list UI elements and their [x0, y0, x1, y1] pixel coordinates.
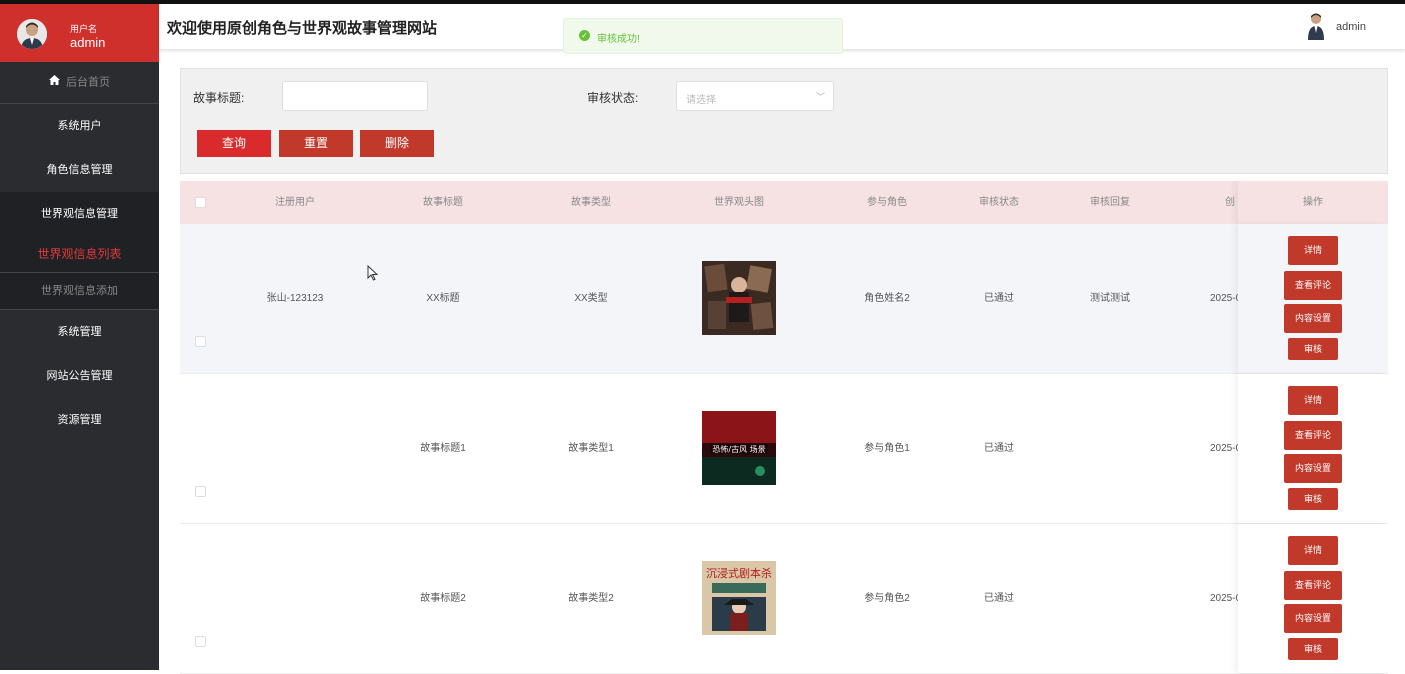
cell-type: XX类型: [574, 293, 608, 304]
row-checkbox[interactable]: [195, 336, 206, 347]
sidebar-item-system-users[interactable]: 系统用户: [0, 104, 159, 148]
username: admin: [70, 35, 106, 50]
cell-type: 故事类型2: [568, 593, 614, 604]
toast-message: 审核成功!: [597, 34, 640, 45]
sidebar-item-system-manage[interactable]: 系统管理: [0, 310, 159, 354]
col-actions: 操作: [1303, 197, 1323, 208]
view-comments-button[interactable]: 查看评论: [1284, 271, 1342, 300]
col-roles: 参与角色: [867, 197, 907, 208]
cell-status: 已通过: [984, 293, 1014, 304]
cell-title: 故事标题1: [420, 443, 466, 454]
row-actions: 详情 查看评论 内容设置 审核: [1238, 224, 1388, 373]
cell-user: [245, 374, 345, 523]
status-select[interactable]: 请选择 ﹀: [676, 81, 834, 111]
title-search-input[interactable]: [282, 81, 428, 111]
content-settings-button[interactable]: 内容设置: [1284, 604, 1342, 633]
sidebar-item-worldview-info[interactable]: 世界观信息管理: [0, 192, 159, 236]
audit-button[interactable]: 审核: [1288, 488, 1338, 510]
mouse-cursor-icon: [367, 264, 379, 281]
home-icon: [49, 62, 60, 103]
sidebar-item-dashboard[interactable]: 后台首页: [0, 62, 159, 104]
sidebar-item-announcements[interactable]: 网站公告管理: [0, 354, 159, 398]
view-comments-button[interactable]: 查看评论: [1284, 571, 1342, 600]
admin-avatar[interactable]: [1307, 12, 1325, 40]
col-cover: 世界观头图: [714, 197, 764, 208]
cell-user: [245, 524, 345, 673]
cell-roles: 参与角色1: [864, 443, 910, 454]
table-row: 故事标题1 故事类型1 恐怖/古风 场景 参与角色1 已通过 2025-0 详情…: [180, 374, 1388, 524]
status-select-placeholder: 请选择: [686, 95, 716, 106]
cell-status: 已通过: [984, 443, 1014, 454]
audit-button[interactable]: 审核: [1288, 338, 1338, 360]
col-reply: 审核回复: [1090, 197, 1130, 208]
cell-roles: 角色姓名2: [864, 293, 910, 304]
table-row: 故事标题2 故事类型2 沉浸式剧本杀 参与角色2 已通过 2025-0 详情 查…: [180, 524, 1388, 674]
admin-name[interactable]: admin: [1336, 21, 1366, 33]
detail-button[interactable]: 详情: [1288, 386, 1338, 415]
svg-text:恐怖/古风 场景: 恐怖/古风 场景: [712, 444, 765, 454]
col-title: 故事标题: [423, 197, 463, 208]
username-label: 用户名: [70, 24, 98, 34]
row-checkbox[interactable]: [195, 636, 206, 647]
check-circle-icon: ✓: [579, 30, 590, 41]
table-header: 注册用户 故事标题 故事类型 世界观头图 参与角色 审核状态 审核回复 创 操作: [180, 181, 1388, 224]
cell-title: 故事标题2: [420, 593, 466, 604]
col-status: 审核状态: [979, 197, 1019, 208]
delete-button[interactable]: 删除: [360, 130, 434, 157]
cover-image[interactable]: 沉浸式剧本杀: [702, 561, 776, 635]
sidebar-item-worldview-add[interactable]: 世界观信息添加: [0, 272, 159, 310]
row-actions: 详情 查看评论 内容设置 审核: [1238, 374, 1388, 523]
sidebar-item-label: 后台首页: [66, 76, 110, 89]
reset-button[interactable]: 重置: [279, 130, 353, 157]
success-toast: ✓ 审核成功!: [563, 18, 843, 54]
content-settings-button[interactable]: 内容设置: [1284, 304, 1342, 333]
title-filter-label: 故事标题:: [193, 91, 245, 105]
sidebar-item-worldview-list[interactable]: 世界观信息列表: [0, 236, 159, 272]
status-filter-label: 审核状态:: [587, 91, 639, 105]
ops-header-cell: 操作: [1238, 181, 1388, 224]
cell-reply: [1060, 374, 1160, 523]
query-button[interactable]: 查询: [197, 130, 271, 157]
view-comments-button[interactable]: 查看评论: [1284, 421, 1342, 450]
cell-roles: 参与角色2: [864, 593, 910, 604]
sidebar-item-role-info[interactable]: 角色信息管理: [0, 148, 159, 192]
user-panel: 用户名 admin: [0, 4, 159, 62]
col-user: 注册用户: [275, 197, 315, 208]
table-row: 张山-123123 XX标题 XX类型 角色姓名2 已通过 测试测试 2025-…: [180, 224, 1388, 374]
col-type: 故事类型: [571, 197, 611, 208]
cell-reply: [1060, 524, 1160, 673]
cell-type: 故事类型1: [568, 443, 614, 454]
cell-user: 张山-123123: [266, 293, 324, 304]
audit-button[interactable]: 审核: [1288, 638, 1338, 660]
detail-button[interactable]: 详情: [1288, 536, 1338, 565]
search-panel: 故事标题: 审核状态: 请选择 ﹀ 查询 重置 删除: [180, 68, 1388, 174]
user-avatar[interactable]: [17, 19, 47, 49]
col-created: 创: [1225, 197, 1235, 208]
detail-button[interactable]: 详情: [1288, 236, 1338, 265]
cell-status: 已通过: [984, 593, 1014, 604]
content-settings-button[interactable]: 内容设置: [1284, 454, 1342, 483]
cell-reply: 测试测试: [1090, 293, 1130, 304]
cover-image[interactable]: [702, 261, 776, 335]
row-actions: 详情 查看评论 内容设置 审核: [1238, 524, 1388, 673]
row-checkbox[interactable]: [195, 486, 206, 497]
chevron-down-icon: ﹀: [815, 92, 825, 102]
page-title: 欢迎使用原创角色与世界观故事管理网站: [167, 20, 438, 37]
story-table: 注册用户 故事标题 故事类型 世界观头图 参与角色 审核状态 审核回复 创 操作…: [180, 181, 1388, 674]
cover-image[interactable]: 恐怖/古风 场景: [702, 411, 776, 485]
cell-title: XX标题: [426, 293, 460, 304]
sidebar-item-resources[interactable]: 资源管理: [0, 398, 159, 442]
select-all-checkbox[interactable]: [195, 197, 206, 208]
svg-text:沉浸式剧本杀: 沉浸式剧本杀: [706, 566, 772, 580]
sidebar: 用户名 admin 后台首页 系统用户 角色信息管理 世界观信息管理 世界观信息…: [0, 4, 159, 670]
